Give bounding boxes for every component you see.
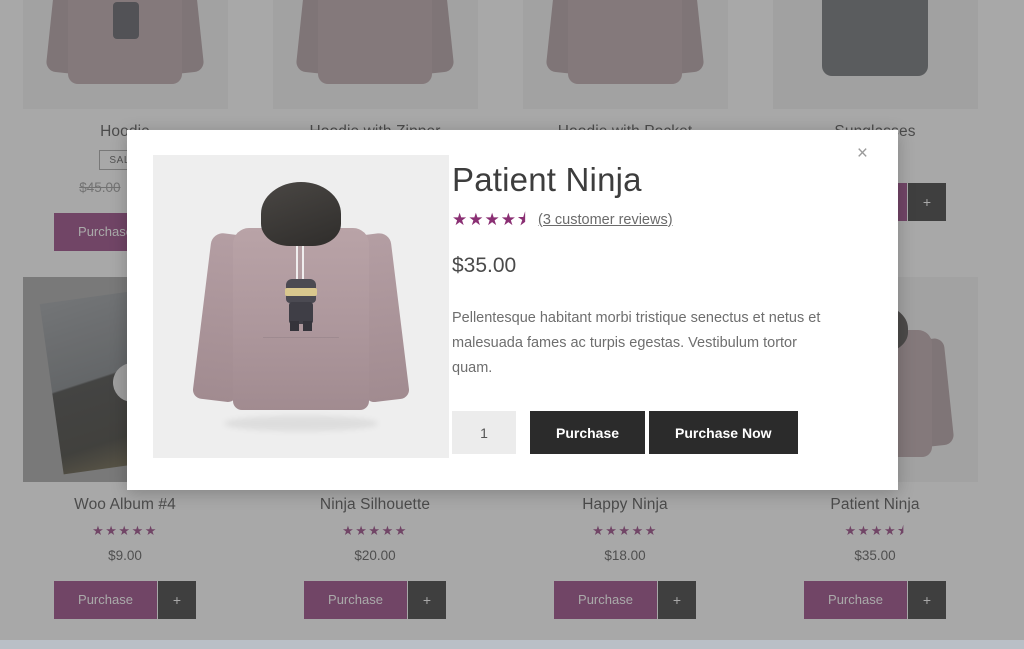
modal-image-pane — [127, 130, 449, 490]
quantity-input[interactable] — [452, 411, 516, 455]
product-description: Pellentesque habitant morbi tristique se… — [452, 310, 821, 377]
product-title: Patient Ninja — [452, 161, 642, 198]
purchase-button[interactable]: Purchase — [530, 411, 646, 455]
purchase-now-button[interactable]: Purchase Now — [649, 411, 798, 455]
modal-details-pane: × Patient Ninja ★★★★⯨ (3 customer review… — [423, 130, 898, 490]
rating-row: ★★★★⯨ (3 customer reviews) — [452, 211, 858, 228]
product-image[interactable] — [153, 155, 449, 458]
quick-view-modal: × Patient Ninja ★★★★⯨ (3 customer review… — [127, 130, 898, 490]
product-price: $35.00 — [452, 254, 517, 278]
page-bottom-strip — [0, 640, 1024, 649]
rating-stars: ★★★★⯨ — [452, 210, 527, 230]
customer-reviews-link[interactable]: (3 customer reviews) — [538, 212, 673, 228]
modal-actions: Purchase Purchase Now — [452, 411, 858, 455]
ninja-graphic — [282, 279, 320, 331]
close-icon[interactable]: × — [851, 143, 874, 164]
